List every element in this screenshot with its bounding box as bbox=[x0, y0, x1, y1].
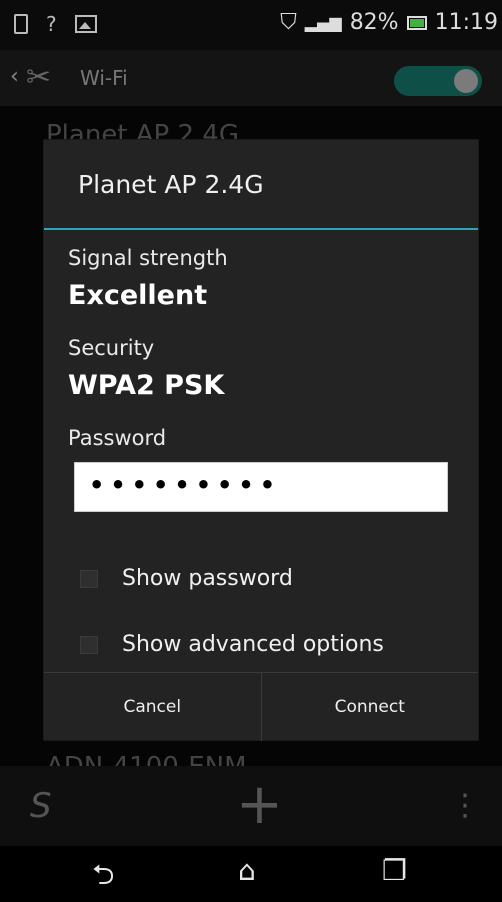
signal-strength-label: Signal strength bbox=[68, 246, 228, 270]
tools-icon[interactable]: ✂ bbox=[26, 60, 51, 95]
action-bar: S + ⋮ bbox=[0, 766, 502, 846]
navigation-bar: ⮌ ⌂ ❐ bbox=[0, 846, 502, 896]
show-password-row[interactable]: Show password bbox=[80, 566, 293, 591]
overflow-menu-icon[interactable]: ⋮ bbox=[450, 788, 480, 823]
dialog-title: Planet AP 2.4G bbox=[78, 170, 264, 199]
app-title: Wi-Fi bbox=[80, 66, 128, 90]
password-input[interactable]: ••••••••• bbox=[74, 462, 448, 512]
connect-button[interactable]: Connect bbox=[260, 673, 479, 741]
shield-icon: ⛉ bbox=[280, 10, 297, 35]
nav-home-icon[interactable]: ⌂ bbox=[238, 854, 256, 887]
wifi-toggle[interactable] bbox=[394, 66, 482, 96]
password-label: Password bbox=[68, 426, 167, 450]
security-label: Security bbox=[68, 336, 155, 360]
wps-icon[interactable]: S bbox=[30, 786, 52, 826]
security-value: WPA2 PSK bbox=[68, 370, 225, 401]
signal-icon: ▂▄▆ bbox=[304, 13, 342, 32]
title-divider bbox=[44, 228, 478, 230]
signal-strength-value: Excellent bbox=[68, 280, 208, 311]
app-bar: ‹ ✂ Wi-Fi bbox=[0, 50, 502, 106]
image-icon bbox=[74, 15, 97, 33]
question-icon: ? bbox=[46, 12, 57, 36]
show-advanced-checkbox[interactable] bbox=[80, 635, 98, 654]
notification-icons: ? bbox=[14, 14, 97, 34]
nav-back-icon[interactable]: ⮌ bbox=[92, 854, 114, 902]
wifi-connect-dialog: Planet AP 2.4G Signal strength Excellent… bbox=[44, 140, 478, 741]
battery-icon bbox=[406, 15, 427, 30]
show-password-checkbox[interactable] bbox=[80, 569, 98, 588]
cancel-button[interactable]: Cancel bbox=[44, 673, 261, 741]
toggle-knob bbox=[454, 69, 478, 93]
show-advanced-row[interactable]: Show advanced options bbox=[80, 632, 384, 657]
nav-recent-apps-icon[interactable]: ❐ bbox=[382, 854, 407, 887]
dialog-buttons: Cancel Connect bbox=[44, 672, 478, 741]
status-bar: ? ⛉ ▂▄▆ 82% 11:19 bbox=[0, 0, 502, 50]
back-arrow-icon[interactable]: ‹ bbox=[10, 64, 19, 89]
show-password-label: Show password bbox=[122, 566, 293, 591]
show-advanced-label: Show advanced options bbox=[122, 632, 384, 657]
system-icons: ⛉ ▂▄▆ 82% 11:19 bbox=[280, 10, 498, 35]
battery-percent: 82% bbox=[349, 10, 399, 35]
phone-icon bbox=[14, 14, 28, 34]
add-network-icon[interactable]: + bbox=[236, 772, 283, 837]
password-value: ••••••••• bbox=[89, 471, 282, 499]
clock: 11:19 bbox=[434, 10, 498, 35]
